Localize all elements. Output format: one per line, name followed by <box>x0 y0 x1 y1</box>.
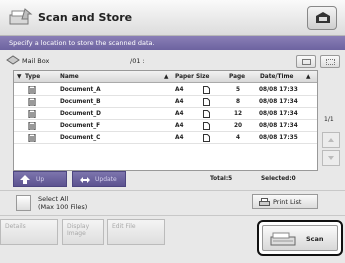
page-count: 4 <box>236 135 241 141</box>
scan-and-store-icon <box>9 8 33 25</box>
select-all-line2: (Max 100 Files) <box>38 203 88 211</box>
file-datetime: 08/08 17:33 <box>259 87 298 93</box>
file-name: Document_A <box>60 87 101 93</box>
table-row[interactable]: Document_F A4 20 08/08 17:34 <box>14 120 317 132</box>
page-count: 20 <box>234 123 243 129</box>
col-type[interactable]: Type <box>25 74 40 80</box>
file-list: ▼ Type Name ▲ Paper Size Page Date/Time … <box>13 70 318 171</box>
refresh-icon <box>80 177 90 183</box>
page-count: 12 <box>234 111 243 117</box>
navigation-bar: Up Update Total:5 Selected:0 <box>13 171 318 187</box>
document-icon <box>28 110 36 118</box>
display-image-button[interactable]: Display Image <box>62 219 104 245</box>
paper-size: A4 <box>175 99 184 105</box>
list-view-icon <box>302 59 311 65</box>
triangle-up-icon <box>328 138 334 142</box>
page-indicator: 1/1 <box>324 116 334 123</box>
list-view-button[interactable] <box>296 55 316 68</box>
col-paper-size[interactable]: Paper Size <box>175 74 209 80</box>
select-all-line1: Select All <box>38 195 69 203</box>
arrow-up-icon <box>20 175 30 184</box>
document-icon <box>28 86 36 94</box>
instruction-bar: Specify a location to store the scanned … <box>0 36 345 50</box>
document-icon <box>28 98 36 106</box>
main-menu-button[interactable] <box>307 6 337 30</box>
thumbnail-view-button[interactable] <box>320 55 340 68</box>
page-orientation-icon <box>203 86 210 94</box>
file-datetime: 08/08 17:34 <box>259 123 298 129</box>
document-icon <box>28 122 36 130</box>
scroll-column: 1/1 <box>322 70 340 171</box>
divider <box>0 190 345 191</box>
update-label: Update <box>95 176 117 183</box>
scroll-up-button[interactable] <box>322 132 340 148</box>
scan-button-face[interactable]: Scan <box>262 225 338 251</box>
details-button[interactable]: Details <box>0 219 58 245</box>
sort-name-icon: ▲ <box>164 74 169 80</box>
edit-file-button[interactable]: Edit File <box>107 219 165 245</box>
edit-file-label: Edit File <box>112 223 136 230</box>
file-name: Document_D <box>60 111 101 117</box>
table-row[interactable]: Document_D A4 12 08/08 17:34 <box>14 108 317 120</box>
file-datetime: 08/08 17:35 <box>259 135 298 141</box>
display-image-line1: Display <box>67 223 90 230</box>
page-orientation-icon <box>203 110 210 118</box>
file-name: Document_B <box>60 99 101 105</box>
triangle-down-icon <box>328 156 334 160</box>
page-count: 5 <box>236 87 241 93</box>
paper-size: A4 <box>175 111 184 117</box>
page-title: Scan and Store <box>38 11 133 24</box>
thumbnail-view-icon <box>326 59 335 65</box>
printer-icon <box>259 198 270 206</box>
title-bar: Scan and Store <box>0 0 345 36</box>
sort-date-icon: ▲ <box>306 74 311 80</box>
file-actions: Details Display Image Edit File <box>0 219 250 245</box>
page-orientation-icon <box>203 122 210 130</box>
paper-size: A4 <box>175 135 184 141</box>
file-name: Document_C <box>60 135 101 141</box>
table-row[interactable]: Document_C A4 4 08/08 17:35 <box>14 132 317 144</box>
scan-button[interactable]: Scan <box>257 220 343 256</box>
up-label: Up <box>36 176 45 183</box>
list-header: ▼ Type Name ▲ Paper Size Page Date/Time … <box>14 71 317 83</box>
select-all-label: Select All (Max 100 Files) <box>38 195 128 211</box>
page-orientation-icon <box>203 98 210 106</box>
page-count: 8 <box>236 99 241 105</box>
location-path: /01 : <box>130 57 145 65</box>
location-name: Mail Box <box>22 57 50 65</box>
display-image-line2: Image <box>67 230 86 237</box>
up-button[interactable]: Up <box>13 171 67 187</box>
file-datetime: 08/08 17:34 <box>259 99 298 105</box>
sort-type-icon[interactable]: ▼ <box>17 74 21 80</box>
divider <box>0 215 345 216</box>
update-button[interactable]: Update <box>72 171 126 187</box>
scan-label: Scan <box>306 235 324 243</box>
details-label: Details <box>5 223 26 230</box>
table-row[interactable]: Document_A A4 5 08/08 17:33 <box>14 84 317 96</box>
main-menu-icon <box>316 12 330 23</box>
location-row: Mail Box /01 : <box>0 52 345 68</box>
scanner-icon <box>270 232 296 246</box>
document-icon <box>28 134 36 142</box>
select-all-checkbox[interactable] <box>16 195 31 211</box>
scroll-down-button[interactable] <box>322 150 340 166</box>
col-name[interactable]: Name <box>60 74 79 80</box>
paper-size: A4 <box>175 87 184 93</box>
print-list-label: Print List <box>273 198 302 206</box>
file-name: Document_F <box>60 123 101 129</box>
selected-count: Selected:0 <box>261 176 296 182</box>
col-page[interactable]: Page <box>229 74 245 80</box>
paper-size: A4 <box>175 123 184 129</box>
mail-box-icon <box>6 55 20 65</box>
print-list-button[interactable]: Print List <box>252 194 318 209</box>
table-row[interactable]: Document_B A4 8 08/08 17:34 <box>14 96 317 108</box>
total-count: Total:5 <box>210 176 233 182</box>
page-orientation-icon <box>203 134 210 142</box>
file-datetime: 08/08 17:34 <box>259 111 298 117</box>
col-datetime[interactable]: Date/Time <box>260 74 293 80</box>
